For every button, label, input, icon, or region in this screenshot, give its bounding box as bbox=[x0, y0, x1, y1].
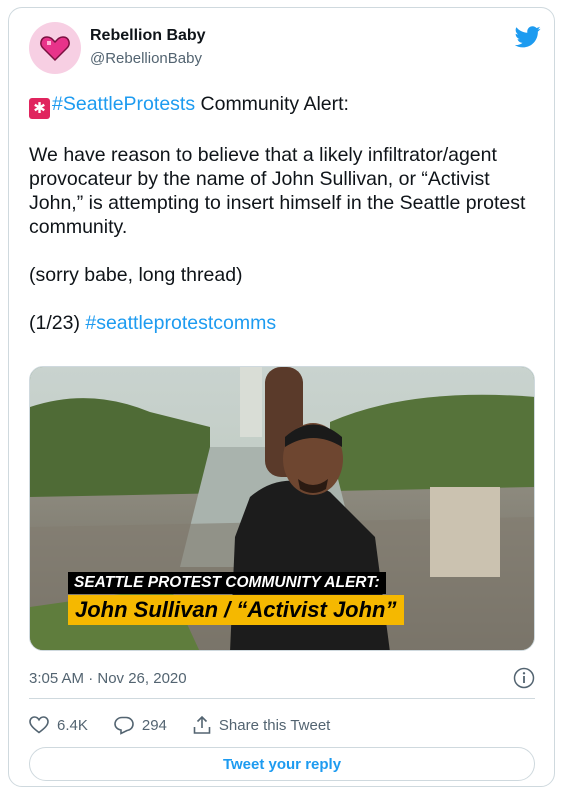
like-button[interactable]: 6.4K bbox=[29, 716, 88, 734]
author-name[interactable]: Rebellion Baby bbox=[90, 27, 206, 45]
reply-icon bbox=[114, 716, 134, 735]
divider bbox=[29, 698, 535, 699]
reply-count: 294 bbox=[141, 716, 167, 734]
reply-button[interactable]: 294 bbox=[114, 716, 167, 735]
heart-avatar-icon bbox=[40, 36, 70, 62]
twitter-bird-icon[interactable] bbox=[515, 26, 541, 48]
tweet-aside: (sorry babe, long thread) bbox=[29, 264, 243, 286]
siren-icon: ✱ bbox=[29, 98, 50, 119]
author-handle[interactable]: @RebellionBaby bbox=[90, 50, 202, 67]
hashtag-seattleprotests[interactable]: #SeattleProtests bbox=[52, 93, 195, 115]
tweet-text: ✱ #SeattleProtests Community Alert: We ha… bbox=[29, 92, 534, 335]
tweet-paragraph: We have reason to believe that a likely … bbox=[29, 144, 526, 238]
share-label: Share this Tweet bbox=[218, 716, 331, 734]
tweet-actions: 6.4K 294 Share this Tweet bbox=[29, 713, 356, 737]
tweet-reply-button[interactable]: Tweet your reply bbox=[29, 747, 535, 781]
hashtag-seattleprotestcomms[interactable]: #seattleprotestcomms bbox=[85, 312, 276, 334]
tweet-media-image[interactable]: SEATTLE PROTEST COMMUNITY ALERT: John Su… bbox=[29, 366, 535, 651]
tweet-timestamp[interactable]: 3:05 AM · Nov 26, 2020 bbox=[29, 670, 187, 687]
thread-count: (1/23) bbox=[29, 312, 86, 334]
like-count: 6.4K bbox=[57, 716, 88, 734]
media-alert-banner: SEATTLE PROTEST COMMUNITY ALERT: bbox=[68, 572, 386, 594]
tweet-card: Rebellion Baby @RebellionBaby ✱ #SeattleP… bbox=[8, 7, 555, 787]
headline-text: Community Alert: bbox=[195, 93, 349, 115]
info-icon[interactable] bbox=[513, 667, 535, 689]
share-button[interactable]: Share this Tweet bbox=[193, 715, 330, 735]
share-icon bbox=[193, 715, 211, 734]
media-name-banner: John Sullivan / “Activist John” bbox=[68, 595, 404, 625]
avatar[interactable] bbox=[29, 22, 81, 74]
heart-icon bbox=[29, 716, 49, 734]
